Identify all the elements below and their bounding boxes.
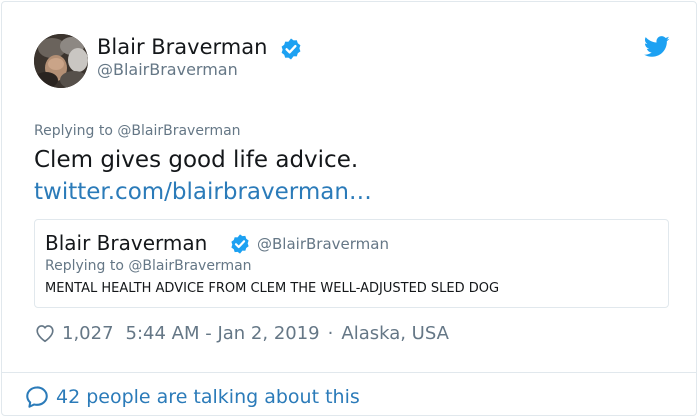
tweet-timestamp[interactable]: 5:44 AM - Jan 2, 2019 [126, 323, 320, 344]
replying-to-label[interactable]: Replying to @BlairBraverman [34, 122, 241, 140]
verified-badge-icon [231, 234, 249, 254]
quoted-tweet-text: MENTAL HEALTH ADVICE FROM CLEM THE WELL-… [45, 281, 500, 296]
quoted-author-name: Blair Braverman [45, 231, 208, 255]
twitter-bird-icon[interactable] [644, 36, 670, 58]
quoted-author-handle: @BlairBraverman [257, 235, 389, 253]
author-avatar[interactable] [34, 34, 88, 88]
meta-separator: · [327, 322, 334, 344]
footer-divider [2, 372, 696, 373]
conversation-link-label: 42 people are talking about this [56, 386, 360, 408]
conversation-link[interactable]: 42 people are talking about this [24, 383, 360, 411]
author-handle[interactable]: @BlairBraverman [97, 60, 238, 80]
verified-badge-icon [281, 38, 301, 60]
quoted-replying-to-label: Replying to @BlairBraverman [45, 258, 252, 274]
quoted-tweet[interactable]: Blair Braverman @BlairBraverman Replying… [34, 219, 669, 308]
tweet-text: Clem gives good life advice. [34, 147, 359, 173]
tweet-link[interactable]: twitter.com/blairbraverman… [34, 177, 372, 207]
tweet-meta: 1,027 5:44 AM - Jan 2, 2019 · Alaska, US… [34, 320, 449, 346]
author-name[interactable]: Blair Braverman [97, 34, 267, 60]
avatar-image [34, 34, 88, 88]
heart-icon[interactable] [34, 322, 56, 344]
like-count[interactable]: 1,027 [62, 323, 114, 344]
tweet-location[interactable]: Alaska, USA [341, 323, 449, 344]
speech-bubble-icon [26, 386, 48, 408]
tweet-card: Blair Braverman @BlairBraverman Replying… [1, 1, 697, 416]
